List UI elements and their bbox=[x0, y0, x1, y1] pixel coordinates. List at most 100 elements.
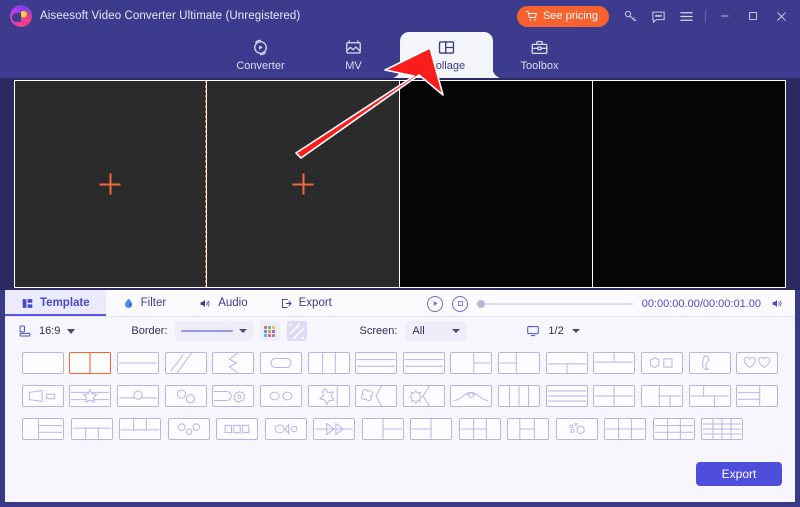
border-style-dropdown[interactable] bbox=[174, 321, 253, 341]
tab-toolbox-label: Toolbox bbox=[520, 60, 559, 72]
template-four-rows[interactable] bbox=[543, 384, 591, 407]
panel-tab-filter[interactable]: Filter bbox=[106, 290, 183, 316]
chevron-down-icon[interactable] bbox=[238, 329, 247, 333]
mv-picture-icon bbox=[346, 40, 361, 54]
stop-button-icon[interactable] bbox=[452, 295, 468, 312]
seek-handle[interactable] bbox=[477, 299, 485, 308]
chevron-down-icon[interactable] bbox=[67, 328, 76, 334]
toolbox-icon bbox=[531, 40, 548, 54]
collage-cell-4[interactable] bbox=[593, 80, 786, 288]
tab-converter[interactable]: Converter bbox=[214, 32, 307, 78]
plus-add-media-icon[interactable] bbox=[99, 173, 121, 195]
panel-tab-filter-label: Filter bbox=[140, 297, 167, 309]
application-window: Aiseesoft Video Converter Ultimate (Unre… bbox=[0, 0, 800, 507]
template-nine-grid[interactable] bbox=[698, 417, 747, 440]
aspect-ratio-icon bbox=[19, 325, 31, 337]
template-star-band[interactable] bbox=[67, 384, 115, 407]
template-top-wide-bottom-split[interactable] bbox=[543, 351, 591, 374]
template-three-rows-b[interactable] bbox=[400, 351, 448, 374]
collage-cell-3[interactable] bbox=[400, 80, 593, 288]
template-three-squares[interactable] bbox=[213, 417, 262, 440]
diagonal-stripes-swatch-icon[interactable] bbox=[286, 321, 307, 341]
template-two-circles[interactable] bbox=[162, 384, 210, 407]
template-top-split-bottom-wide[interactable] bbox=[591, 351, 639, 374]
volume-speaker-icon[interactable] bbox=[770, 297, 784, 310]
hamburger-menu-icon[interactable] bbox=[673, 3, 699, 29]
template-six-grid-b[interactable] bbox=[650, 417, 699, 440]
export-button[interactable]: Export bbox=[696, 462, 782, 486]
template-left-big-two-rows[interactable] bbox=[359, 417, 408, 440]
template-rounded-inset[interactable] bbox=[257, 351, 305, 374]
template-three-rows[interactable] bbox=[352, 351, 400, 374]
template-gear-shape[interactable] bbox=[210, 384, 258, 407]
template-top-three-bottom-wide[interactable] bbox=[116, 417, 165, 440]
see-pricing-button[interactable]: See pricing bbox=[516, 5, 609, 27]
tab-toolbox[interactable]: Toolbox bbox=[493, 32, 586, 78]
maximize-icon[interactable] bbox=[740, 3, 766, 29]
template-top-two-bottom-two[interactable] bbox=[686, 384, 734, 407]
template-center-circle[interactable] bbox=[114, 384, 162, 407]
tab-collage-label: Collage bbox=[427, 60, 466, 72]
template-dots-circle[interactable] bbox=[553, 417, 602, 440]
key-icon[interactable] bbox=[617, 3, 643, 29]
template-center-quad[interactable] bbox=[504, 417, 553, 440]
minimize-icon[interactable] bbox=[712, 3, 738, 29]
template-four-columns[interactable] bbox=[495, 384, 543, 407]
template-arrow-cut[interactable] bbox=[210, 351, 258, 374]
collage-cell-2[interactable] bbox=[207, 80, 400, 288]
panel-tab-template[interactable]: Template bbox=[5, 290, 106, 316]
collage-cell-1[interactable] bbox=[14, 80, 207, 288]
seek-track bbox=[477, 302, 633, 305]
collage-stage[interactable] bbox=[14, 80, 786, 288]
export-bar: Export bbox=[5, 446, 795, 502]
template-top-wide-bottom-three[interactable] bbox=[68, 417, 117, 440]
template-three-columns[interactable] bbox=[305, 351, 353, 374]
chevron-down-icon[interactable] bbox=[452, 329, 461, 333]
panel-tab-export[interactable]: Export bbox=[264, 290, 348, 316]
template-quad[interactable] bbox=[591, 384, 639, 407]
template-brush-shape[interactable] bbox=[686, 351, 734, 374]
template-two-rows[interactable] bbox=[114, 351, 162, 374]
template-banner-small[interactable] bbox=[19, 384, 67, 407]
template-left-split-right-big[interactable] bbox=[495, 351, 543, 374]
template-star-cut[interactable] bbox=[305, 384, 353, 407]
template-bow-shape[interactable] bbox=[448, 384, 496, 407]
app-title: Aiseesoft Video Converter Ultimate (Unre… bbox=[40, 10, 301, 22]
template-rows-right-big[interactable] bbox=[733, 384, 781, 407]
template-three-circles[interactable] bbox=[165, 417, 214, 440]
template-six-grid[interactable] bbox=[601, 417, 650, 440]
template-oval-arrow[interactable] bbox=[262, 417, 311, 440]
template-hex-square[interactable] bbox=[638, 351, 686, 374]
player-controls: 00:00:00.00/00:00:01.00 bbox=[415, 290, 795, 317]
template-double-arrow[interactable] bbox=[310, 417, 359, 440]
template-left-wide-right-rows[interactable] bbox=[19, 417, 68, 440]
template-right-big-two-rows[interactable] bbox=[407, 417, 456, 440]
template-two-hearts[interactable] bbox=[733, 351, 781, 374]
screen-dropdown[interactable]: All bbox=[405, 321, 468, 341]
aspect-ratio-selector[interactable]: 16:9 bbox=[18, 324, 76, 338]
template-flower-cut[interactable] bbox=[352, 384, 400, 407]
panel-tab-template-label: Template bbox=[40, 297, 90, 309]
plus-add-media-icon[interactable] bbox=[292, 173, 314, 195]
template-left-big-three[interactable] bbox=[638, 384, 686, 407]
template-left-big-right-split[interactable] bbox=[448, 351, 496, 374]
template-quad-right-wide[interactable] bbox=[456, 417, 505, 440]
play-button-icon[interactable] bbox=[427, 295, 443, 312]
chevron-down-icon[interactable] bbox=[571, 329, 580, 333]
color-palette-swatch-icon[interactable] bbox=[259, 321, 280, 341]
main-navigation: Converter MV Collage Toolbox bbox=[0, 32, 800, 78]
template-single[interactable] bbox=[19, 351, 67, 374]
feedback-bubble-icon[interactable] bbox=[645, 3, 671, 29]
see-pricing-label: See pricing bbox=[542, 10, 598, 22]
template-burst-cut[interactable] bbox=[400, 384, 448, 407]
panel-tab-audio[interactable]: Audio bbox=[182, 290, 263, 316]
tab-collage[interactable]: Collage bbox=[400, 32, 493, 78]
template-oval-pair[interactable] bbox=[257, 384, 305, 407]
template-diagonal-split[interactable] bbox=[162, 351, 210, 374]
page-selector[interactable]: 1/2 bbox=[526, 324, 580, 338]
template-two-columns[interactable] bbox=[67, 351, 115, 374]
tab-mv[interactable]: MV bbox=[307, 32, 400, 78]
close-icon[interactable] bbox=[768, 3, 794, 29]
seek-slider[interactable] bbox=[477, 297, 633, 311]
border-settings-group: Border: bbox=[131, 321, 307, 341]
